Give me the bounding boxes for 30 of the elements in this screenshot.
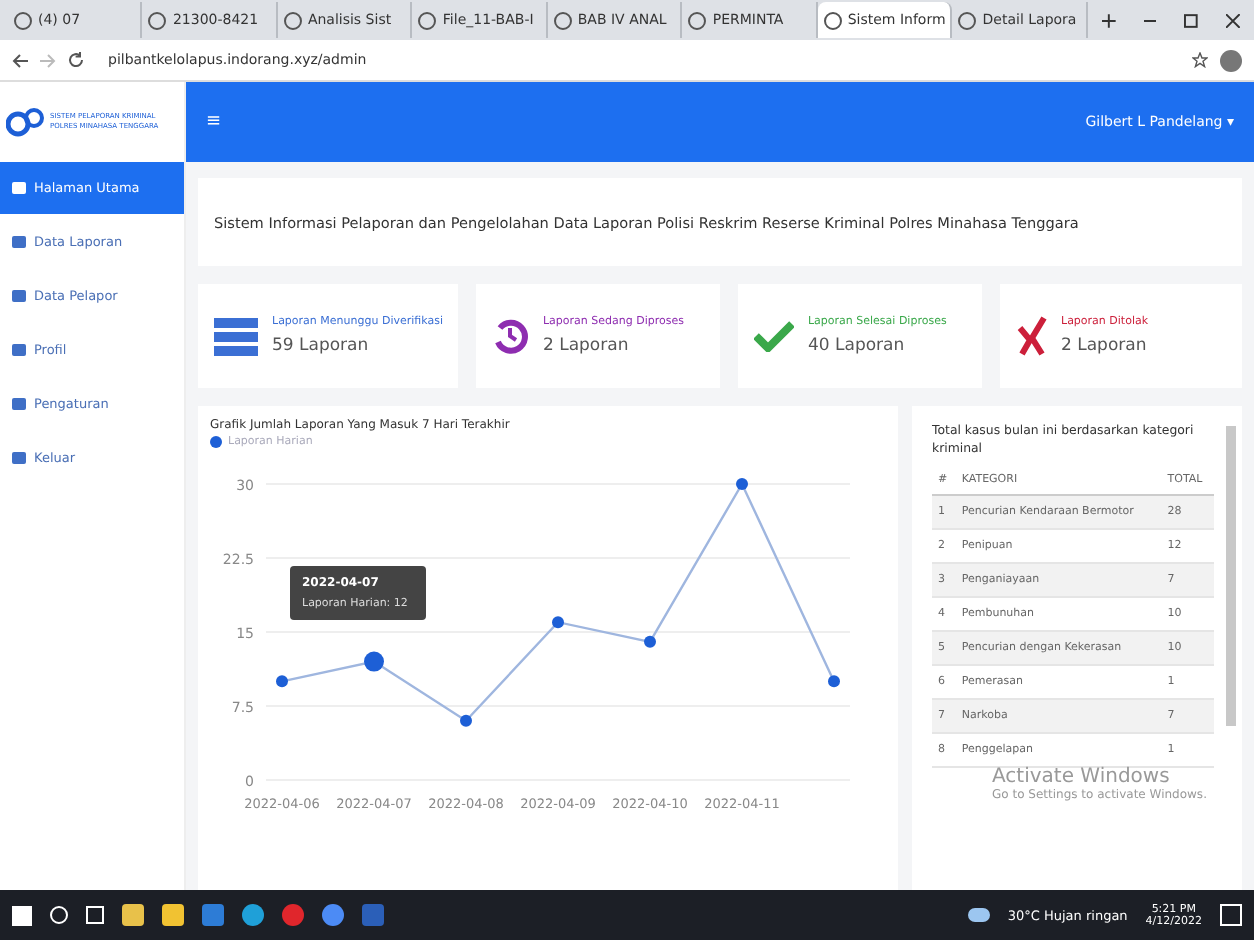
activation-title: Activate Windows: [992, 766, 1172, 788]
data-point[interactable]: [364, 651, 384, 672]
maximize-icon[interactable]: [1184, 13, 1199, 27]
stat-value: 2 Laporan: [542, 336, 631, 356]
menu-item-icon: [12, 236, 26, 248]
menu-icon[interactable]: ≡: [206, 112, 222, 132]
data-point[interactable]: [276, 675, 288, 688]
stat-value: 40 Laporan: [807, 336, 907, 356]
data-point[interactable]: [828, 675, 840, 688]
stat-value: 59 Laporan: [272, 336, 371, 356]
menu-item-icon: [12, 290, 26, 302]
back-icon[interactable]: [12, 53, 28, 67]
data-point[interactable]: [644, 635, 656, 648]
search-icon[interactable]: [50, 906, 68, 924]
menu-item-icon: [12, 452, 26, 464]
data-point[interactable]: [460, 714, 472, 727]
menu-item-icon: [12, 182, 26, 194]
menu-item-icon: [12, 398, 26, 410]
scrollbar[interactable]: [1226, 426, 1236, 726]
close-icon[interactable]: [1226, 13, 1241, 27]
reload-icon[interactable]: [68, 52, 84, 68]
plus-icon[interactable]: [1101, 13, 1116, 27]
avatar-icon[interactable]: [1220, 49, 1242, 71]
data-point[interactable]: [552, 616, 564, 629]
logo-icon: [6, 106, 46, 138]
stat-value: 2 Laporan: [1061, 336, 1149, 356]
star-icon[interactable]: [1192, 52, 1208, 68]
menu-item-icon: [12, 344, 26, 356]
data-point[interactable]: [736, 478, 748, 490]
task-view-icon[interactable]: [86, 906, 104, 924]
